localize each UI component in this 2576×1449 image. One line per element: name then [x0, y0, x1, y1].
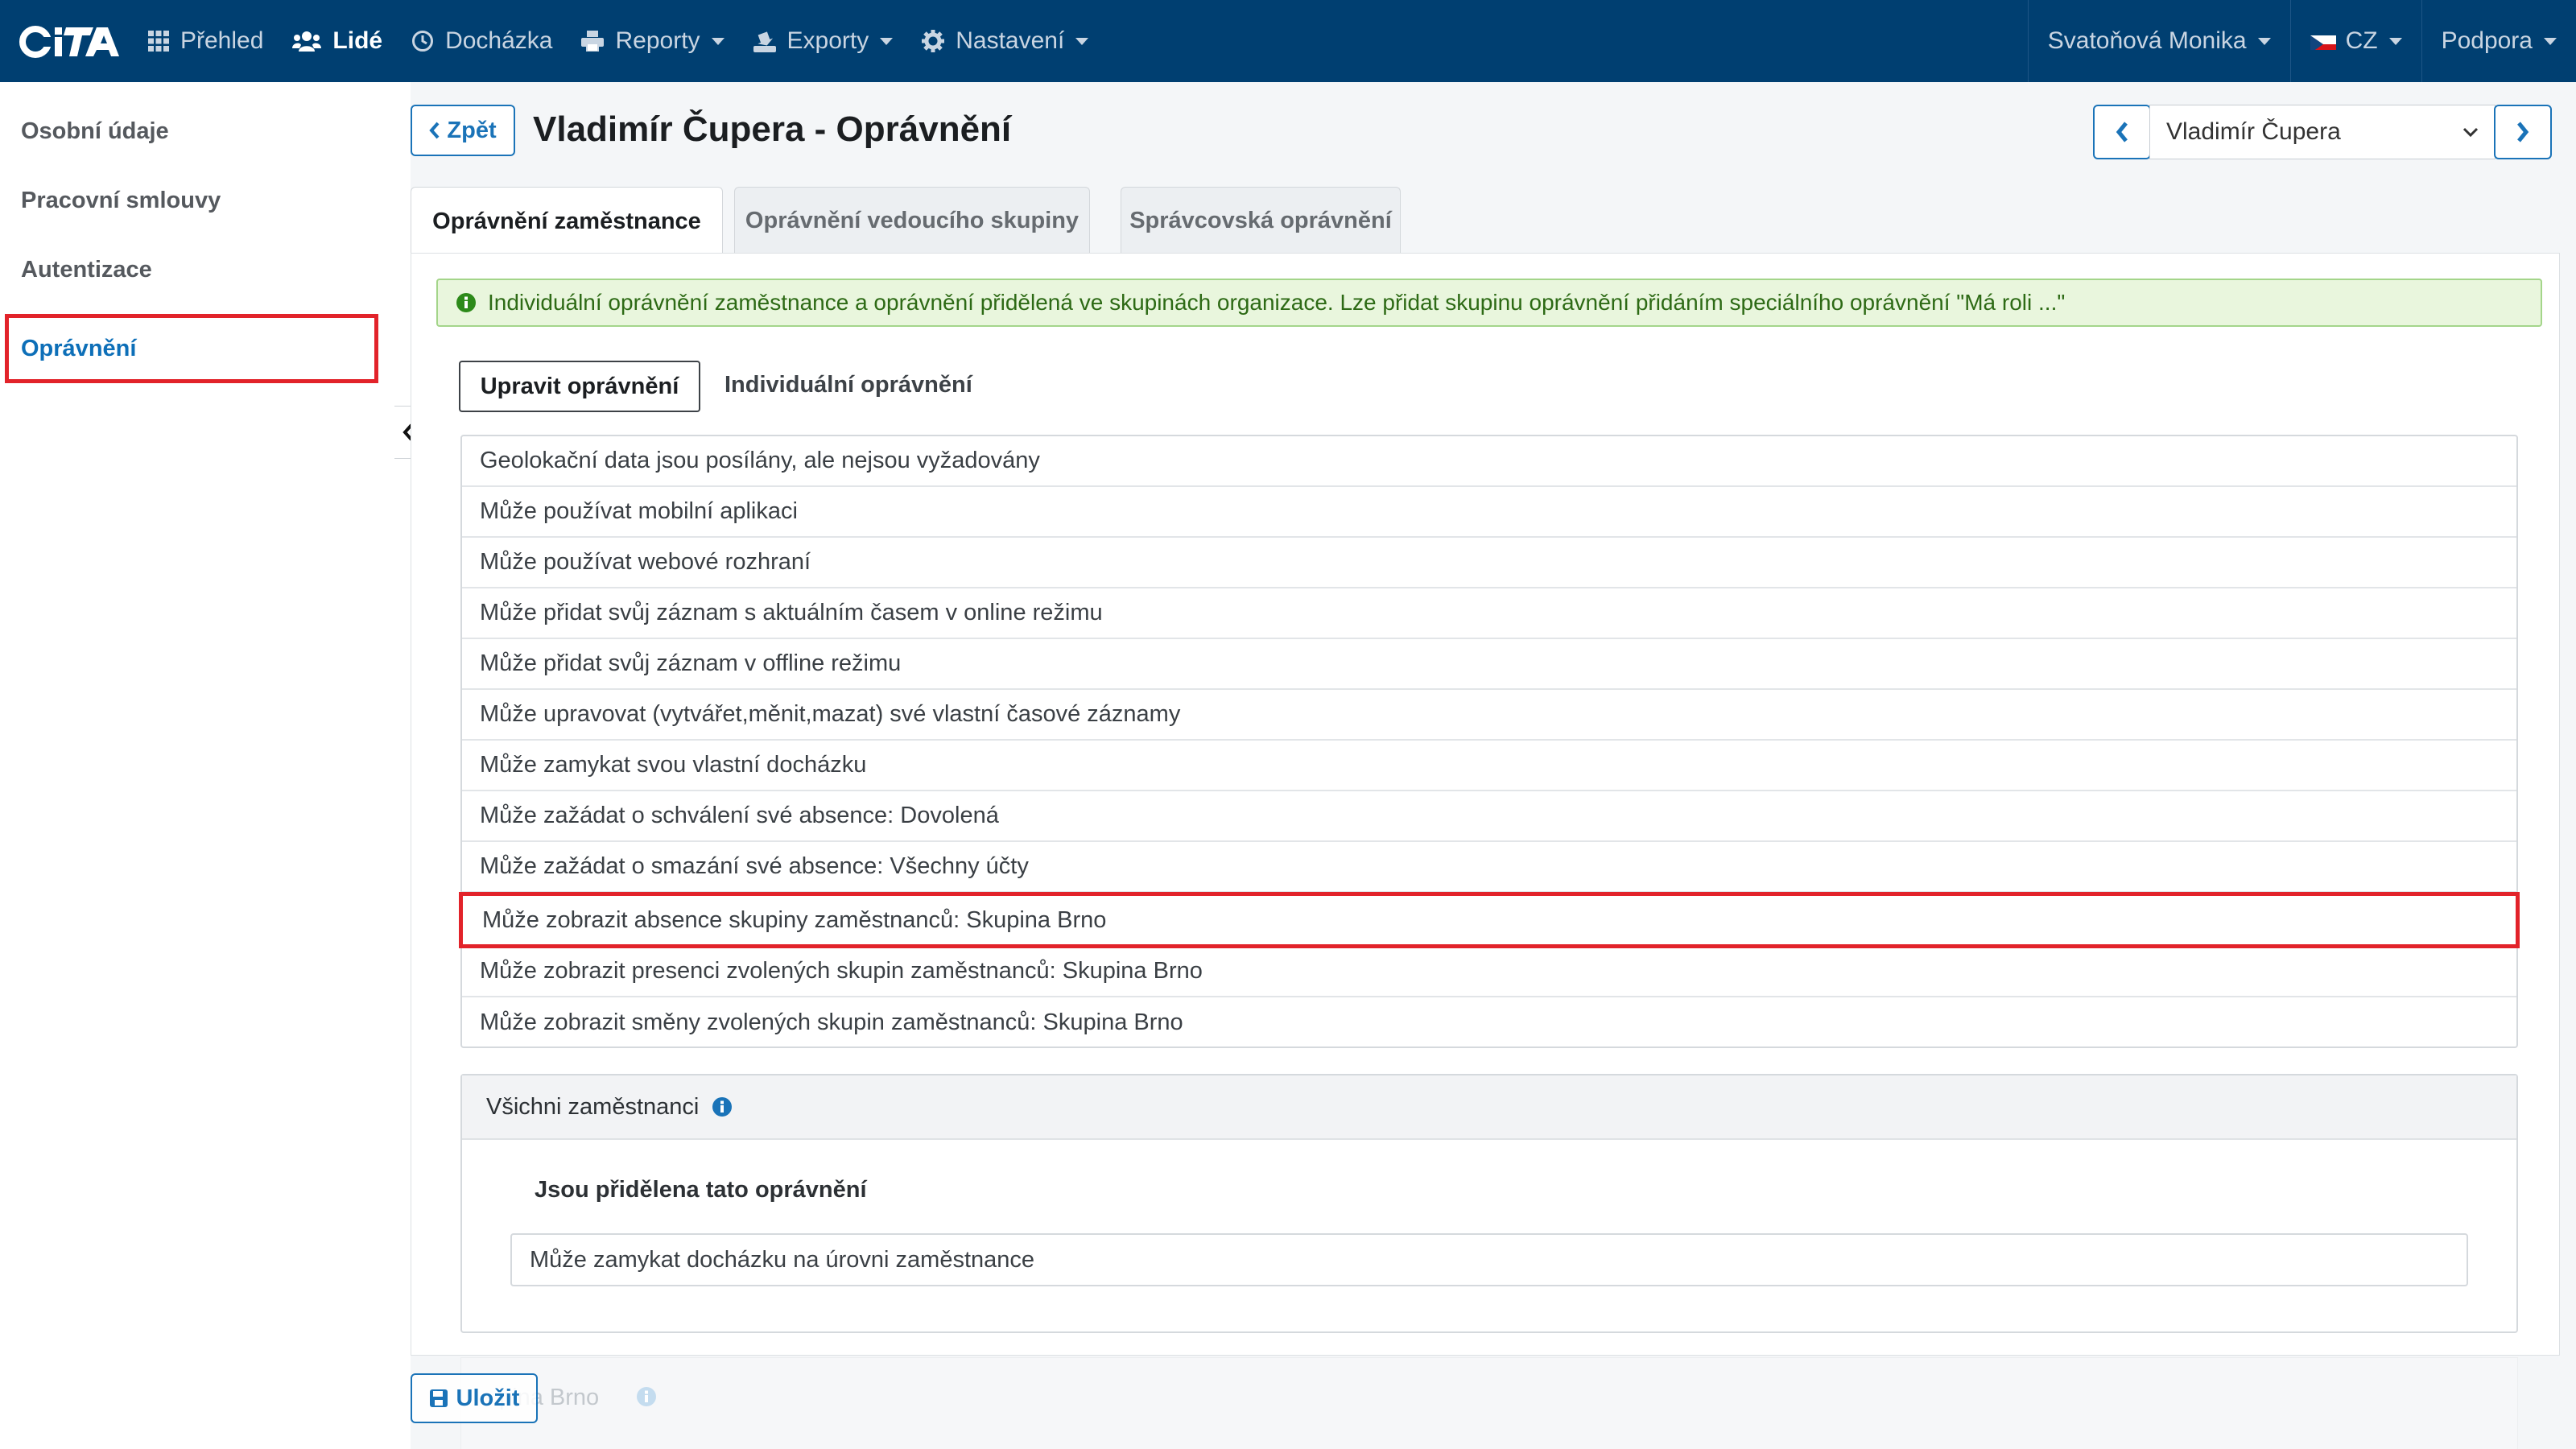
- info-circle-icon: [456, 292, 477, 313]
- permission-list: Geolokační data jsou posílány, ale nejso…: [459, 435, 2520, 1048]
- individual-permissions-tab[interactable]: Individuální oprávnění: [724, 372, 972, 398]
- alert-text: Individuální oprávnění zaměstnance a opr…: [488, 290, 2066, 315]
- chevron-down-icon: [2544, 37, 2557, 45]
- info-alert: Individuální oprávnění zaměstnance a opr…: [436, 279, 2542, 327]
- nav-dochazka-label: Docházka: [445, 27, 553, 54]
- nav-exporty[interactable]: Exporty: [739, 0, 908, 82]
- nav-lide[interactable]: Lidé: [278, 0, 397, 82]
- print-icon: [581, 31, 605, 52]
- employee-select-value: Vladimír Čupera: [2166, 118, 2341, 145]
- faded-group-card: [460, 1357, 2518, 1449]
- employee-select[interactable]: Vladimír Čupera: [2149, 105, 2496, 159]
- chevron-down-icon: [880, 37, 894, 45]
- list-item[interactable]: Může zobrazit směny zvolených skupin zam…: [462, 997, 2516, 1048]
- list-item[interactable]: Může zažádat o schválení své absence: Do…: [462, 791, 2516, 842]
- list-item[interactable]: Může přidat svůj záznam v offline režimu: [462, 639, 2516, 690]
- tab-label: Správcovská oprávnění: [1129, 208, 1392, 233]
- nav-nastaveni-label: Nastavení: [956, 27, 1065, 54]
- card-title: Všichni zaměstnanci: [486, 1093, 700, 1120]
- chevron-left-icon: [2116, 122, 2128, 142]
- grid-icon: [148, 31, 169, 52]
- tab-label: Oprávnění zaměstnance: [432, 208, 701, 234]
- save-label: Uložit: [456, 1385, 520, 1411]
- list-item[interactable]: Může používat mobilní aplikaci: [462, 487, 2516, 538]
- list-item[interactable]: Může přidat svůj záznam s aktuálním čase…: [462, 588, 2516, 639]
- language-label: CZ: [2345, 27, 2378, 54]
- top-navbar: Přehled Lidé Docházka Reporty Exporty Na…: [0, 0, 2576, 82]
- chevron-down-icon: [2388, 37, 2402, 45]
- export-icon: [753, 30, 776, 52]
- nav-dochazka[interactable]: Docházka: [397, 0, 567, 82]
- nav-exporty-label: Exporty: [786, 27, 869, 54]
- back-label: Zpět: [447, 117, 497, 143]
- gear-icon: [922, 30, 945, 52]
- chevron-down-icon: [2462, 127, 2479, 138]
- user-menu[interactable]: Svatoňová Monika: [2027, 0, 2290, 82]
- list-item[interactable]: Může zažádat o smazání své absence: Všec…: [462, 842, 2516, 893]
- tab-spravcovska-opravneni[interactable]: Správcovská oprávnění: [1121, 187, 1401, 254]
- nav-reporty-label: Reporty: [615, 27, 700, 54]
- nav-prehled-label: Přehled: [180, 27, 264, 54]
- list-item[interactable]: Může používat webové rozhraní: [462, 538, 2516, 588]
- user-name: Svatoňová Monika: [2047, 27, 2247, 54]
- language-menu[interactable]: CZ: [2289, 0, 2421, 82]
- save-button[interactable]: Uložit: [411, 1373, 538, 1423]
- back-button[interactable]: Zpět: [411, 105, 515, 156]
- list-item[interactable]: Geolokační data jsou posílány, ale nejso…: [462, 436, 2516, 487]
- tab-label: Oprávnění vedoucího skupiny: [745, 208, 1080, 233]
- list-item-highlighted[interactable]: Může zobrazit absence skupiny zaměstnanc…: [459, 892, 2520, 948]
- clock-icon: [411, 30, 434, 52]
- tab-opravneni-zamestnance[interactable]: Oprávnění zaměstnance: [411, 187, 723, 256]
- list-item[interactable]: Může zamykat svou vlastní docházku: [462, 741, 2516, 791]
- list-item[interactable]: Může upravovat (vytvářet,měnit,mazat) sv…: [462, 690, 2516, 741]
- group-permission-card: Všichni zaměstnanci Jsou přidělena tato …: [460, 1074, 2518, 1333]
- floppy-disk-icon: [429, 1389, 448, 1408]
- support-menu[interactable]: Podpora: [2421, 0, 2576, 82]
- list-item[interactable]: Může zobrazit presenci zvolených skupin …: [462, 947, 2516, 997]
- chevron-right-icon: [2517, 122, 2529, 142]
- sidebar-item-autentizace[interactable]: Autentizace: [5, 235, 378, 304]
- nav-reporty[interactable]: Reporty: [567, 0, 738, 82]
- card-header: Všichni zaměstnanci: [462, 1075, 2516, 1140]
- sidebar-item-label: Autentizace: [21, 256, 152, 283]
- previous-employee-button[interactable]: [2093, 105, 2151, 159]
- sidebar-item-opravneni[interactable]: Oprávnění: [5, 314, 378, 383]
- nav-prehled[interactable]: Přehled: [134, 0, 278, 82]
- sidebar-item-label: Pracovní smlouvy: [21, 187, 221, 213]
- chevron-left-icon: [429, 122, 440, 139]
- assigned-permission-field: Může zamykat docházku na úrovni zaměstna…: [510, 1233, 2468, 1286]
- next-employee-button[interactable]: [2494, 105, 2552, 159]
- sidebar-item-osobni-udaje[interactable]: Osobní údaje: [5, 97, 378, 166]
- tab-opravneni-vedouciho-skupiny[interactable]: Oprávnění vedoucího skupiny: [734, 187, 1090, 254]
- nav-lide-label: Lidé: [332, 27, 383, 54]
- cita-logo[interactable]: [11, 0, 134, 82]
- chevron-down-icon: [711, 37, 724, 45]
- sidebar-item-label: Oprávnění: [21, 335, 137, 361]
- edit-permissions-button[interactable]: Upravit oprávnění: [459, 361, 700, 412]
- card-subtitle: Jsou přidělena tato oprávnění: [535, 1177, 867, 1203]
- sidebar-item-label: Osobní údaje: [21, 118, 169, 144]
- chevron-down-icon: [2257, 37, 2271, 45]
- chevron-down-icon: [1075, 37, 1089, 45]
- sidebar: Osobní údaje Pracovní smlouvy Autentizac…: [0, 82, 398, 1449]
- support-label: Podpora: [2441, 27, 2533, 54]
- page-title: Vladimír Čupera - Oprávnění: [533, 109, 1012, 149]
- info-icon[interactable]: [712, 1096, 733, 1117]
- nav-nastaveni[interactable]: Nastavení: [907, 0, 1103, 82]
- sidebar-item-pracovni-smlouvy[interactable]: Pracovní smlouvy: [5, 166, 378, 235]
- czech-flag-icon: [2310, 32, 2336, 50]
- users-icon: [292, 31, 322, 52]
- nav-right-group: Svatoňová Monika CZ Podpora: [2027, 0, 2576, 82]
- info-icon: [636, 1386, 657, 1411]
